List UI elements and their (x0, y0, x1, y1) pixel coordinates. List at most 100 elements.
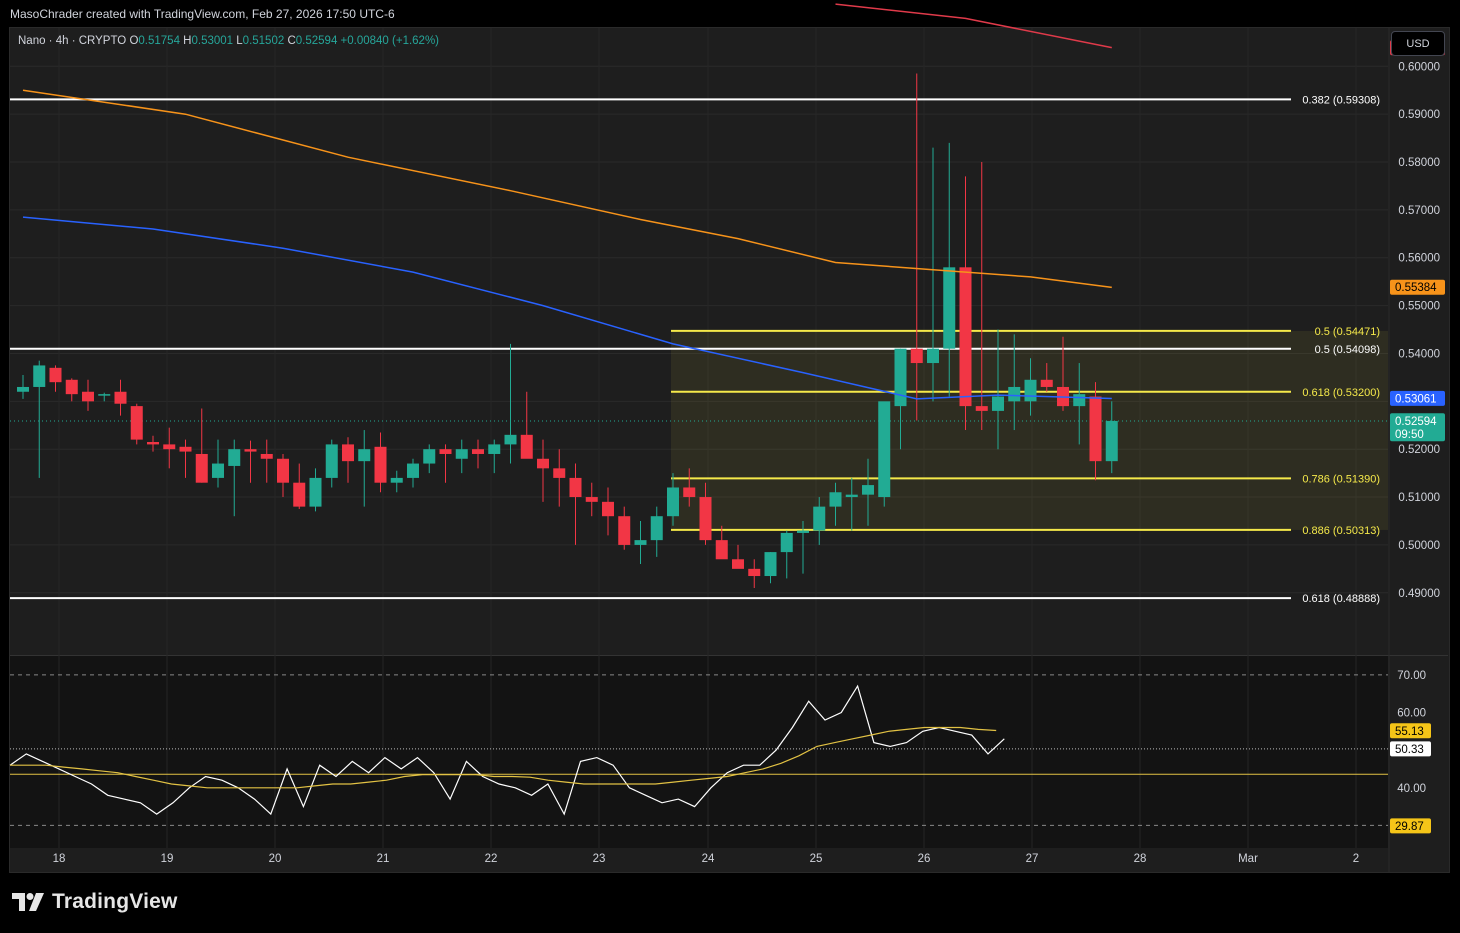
rsi-tick-label: 60.00 (1397, 707, 1426, 719)
candle-body (715, 540, 728, 560)
candle-body (260, 453, 273, 459)
candle-body (748, 568, 761, 577)
price-tick-label: 0.49000 (1398, 588, 1440, 600)
ohlc-legend: Nano · 4h · CRYPTO O0.51754 H0.53001 L0.… (18, 35, 439, 47)
candle-body (195, 453, 208, 483)
candle-body (407, 463, 419, 478)
legend-close: 0.52594 (295, 35, 338, 47)
candle-body (358, 449, 371, 462)
time-tick-label: 23 (593, 853, 606, 865)
rsi-pane-background (10, 656, 1388, 848)
candle-body (634, 540, 647, 545)
candle-body (667, 487, 679, 517)
legend-open: 0.51754 (138, 35, 180, 47)
candle-body (845, 494, 858, 498)
ma-blue-price-label: 0.53061 (1395, 393, 1437, 405)
fib-retracement-zone (671, 330, 1388, 530)
candle-body (504, 434, 517, 445)
candle-body (780, 532, 793, 553)
candle-body (650, 516, 663, 541)
candle-body (325, 444, 338, 478)
legend-symbol: Nano · 4h · CRYPTO (18, 35, 127, 47)
rsi-lower-value-label: 29.87 (1395, 821, 1424, 833)
last-price-label-countdown: 09:50 (1395, 429, 1424, 441)
fib-level-label: 0.5 (0.54471) (1315, 326, 1380, 338)
candle-body (943, 267, 956, 349)
currency-button[interactable]: USD (1391, 31, 1445, 56)
candle-body (894, 348, 907, 407)
candle-body (17, 386, 29, 392)
candle-body (244, 449, 257, 452)
price-tick-label: 0.50000 (1398, 540, 1440, 552)
time-tick-label: 21 (377, 853, 390, 865)
rsi-tick-label: 40.00 (1397, 783, 1426, 795)
candle-body (927, 348, 939, 364)
candle-body (569, 477, 582, 498)
candle-body (764, 552, 777, 577)
candle-body (1105, 420, 1118, 462)
candle-body (423, 449, 436, 464)
fib-level-label: 0.618 (0.53200) (1302, 387, 1380, 399)
time-tick-label: 25 (810, 853, 823, 865)
candle-body (813, 506, 826, 531)
time-tick-label: 19 (161, 853, 174, 865)
candle-body (130, 406, 143, 440)
time-tick-label: 20 (269, 853, 282, 865)
candle-body (49, 367, 62, 383)
candle-body (293, 482, 306, 507)
rsi-value-label: 50.33 (1395, 744, 1424, 756)
price-tick-label: 0.55000 (1398, 301, 1440, 313)
time-tick-label: 18 (53, 853, 66, 865)
tradingview-logo-icon (12, 893, 44, 911)
candle-body (553, 468, 566, 478)
candle-body (488, 444, 501, 454)
candle-body (65, 379, 78, 395)
candle-body (98, 394, 111, 396)
time-tick-label: 28 (1134, 853, 1147, 865)
chart-svg[interactable]: 0.60000 0.59000 0.58000 0.57000 0.56000 0.550… (0, 0, 1460, 933)
brand-name: TradingView (52, 890, 178, 913)
price-tick-label: 0.54000 (1398, 348, 1440, 360)
candle-body (439, 449, 452, 454)
candle-body (992, 396, 1004, 411)
price-tick-label: 0.59000 (1398, 109, 1440, 121)
legend-low: 0.51502 (242, 35, 285, 47)
legend-high: 0.53001 (191, 35, 234, 47)
candle-body (699, 497, 712, 541)
fib-level-label: 0.5 (0.54098) (1315, 344, 1380, 356)
fib-level-label: 0.382 (0.59308) (1302, 94, 1380, 106)
candle-body (878, 401, 891, 498)
candle-body (602, 501, 614, 517)
price-tick-label: 0.56000 (1398, 253, 1440, 265)
rsi-ma-value-label: 55.13 (1395, 726, 1424, 738)
candle-body (585, 497, 598, 502)
candle-body (683, 487, 696, 498)
candle-body (179, 446, 192, 452)
candle-body (228, 449, 241, 466)
candle-body (212, 463, 224, 478)
tradingview-brand: TradingView (12, 890, 178, 914)
price-tick-label: 0.52000 (1398, 444, 1440, 456)
candle-body (374, 446, 387, 483)
candle-body (618, 516, 631, 545)
time-tick-label: 2 (1353, 853, 1359, 865)
candle-body (82, 391, 94, 402)
time-tick-label: Mar (1238, 853, 1258, 865)
candle-body (163, 444, 176, 450)
candle-body (910, 348, 923, 364)
candle-body (309, 477, 322, 507)
candle-body (147, 442, 159, 445)
candle-body (390, 477, 403, 483)
candle-body (1073, 394, 1086, 407)
legend-close-label: C (287, 35, 296, 47)
candle-body (1089, 396, 1102, 462)
price-tick-label: 0.51000 (1398, 492, 1440, 504)
time-tick-label: 27 (1026, 853, 1039, 865)
candle-body (472, 449, 484, 454)
candle-body (114, 391, 127, 404)
price-tick-label: 0.60000 (1398, 61, 1440, 73)
candle-body (1024, 379, 1037, 402)
time-tick-label: 24 (702, 853, 715, 865)
candle-body (1008, 386, 1021, 402)
candle-body (797, 530, 809, 533)
